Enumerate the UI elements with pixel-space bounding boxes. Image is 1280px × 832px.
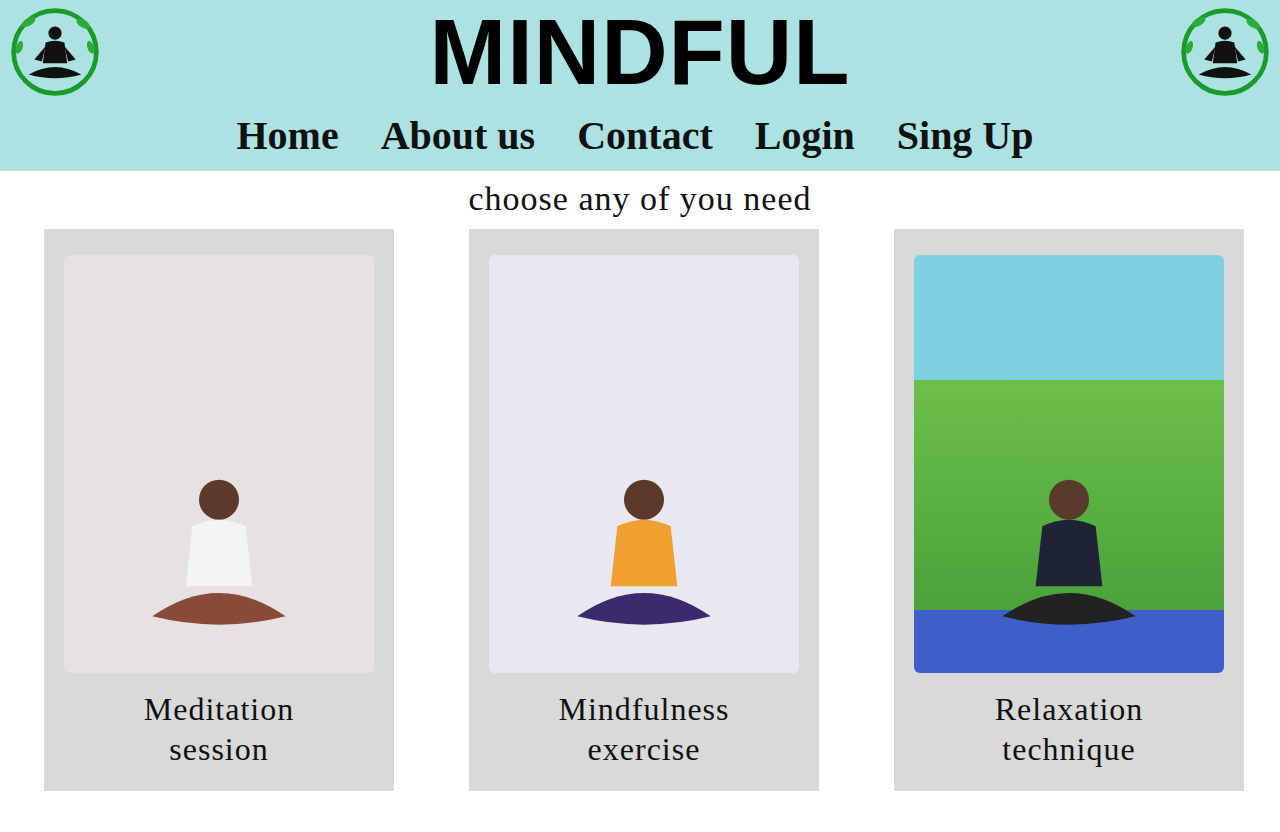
nav-link[interactable]: About us: [381, 112, 536, 160]
nav-link[interactable]: Login: [755, 112, 855, 160]
meditating-person-icon: [544, 453, 744, 653]
meditating-person-icon: [969, 453, 1169, 653]
card-picture: [489, 255, 799, 673]
nav-link[interactable]: Sing Up: [897, 112, 1034, 160]
option-card[interactable]: Relaxation technique: [894, 229, 1244, 791]
header-center: MINDFUL Home About us Contact Login Sing Up: [110, 0, 1170, 171]
meditation-logo-icon: [1178, 4, 1272, 100]
meditation-logo-icon: [8, 4, 102, 100]
header: MINDFUL Home About us Contact Login Sing Up: [0, 0, 1280, 171]
subtitle: choose any of you need: [0, 179, 1280, 220]
page: MINDFUL HomeAbout usContactLoginSing Up …: [0, 0, 1280, 832]
nav-link[interactable]: Contact: [577, 112, 713, 160]
logo-right[interactable]: [1170, 0, 1280, 171]
logo-left[interactable]: [0, 0, 110, 171]
card-caption: Meditation session: [104, 689, 334, 769]
card-caption: Mindfulness exercise: [529, 689, 759, 769]
option-card[interactable]: Meditation session: [44, 229, 394, 791]
option-card[interactable]: Mindfulness exercise: [469, 229, 819, 791]
nav-link[interactable]: Home: [236, 112, 338, 160]
card-picture: [64, 255, 374, 673]
meditating-person-icon: [119, 453, 319, 653]
site-title[interactable]: MINDFUL: [430, 6, 851, 98]
card-row: Meditation session Mindfulness exercise …: [0, 229, 1280, 791]
card-picture: [914, 255, 1224, 673]
nav-bar: Home About us Contact Login Sing Up: [236, 112, 1033, 160]
card-caption: Relaxation technique: [954, 689, 1184, 769]
